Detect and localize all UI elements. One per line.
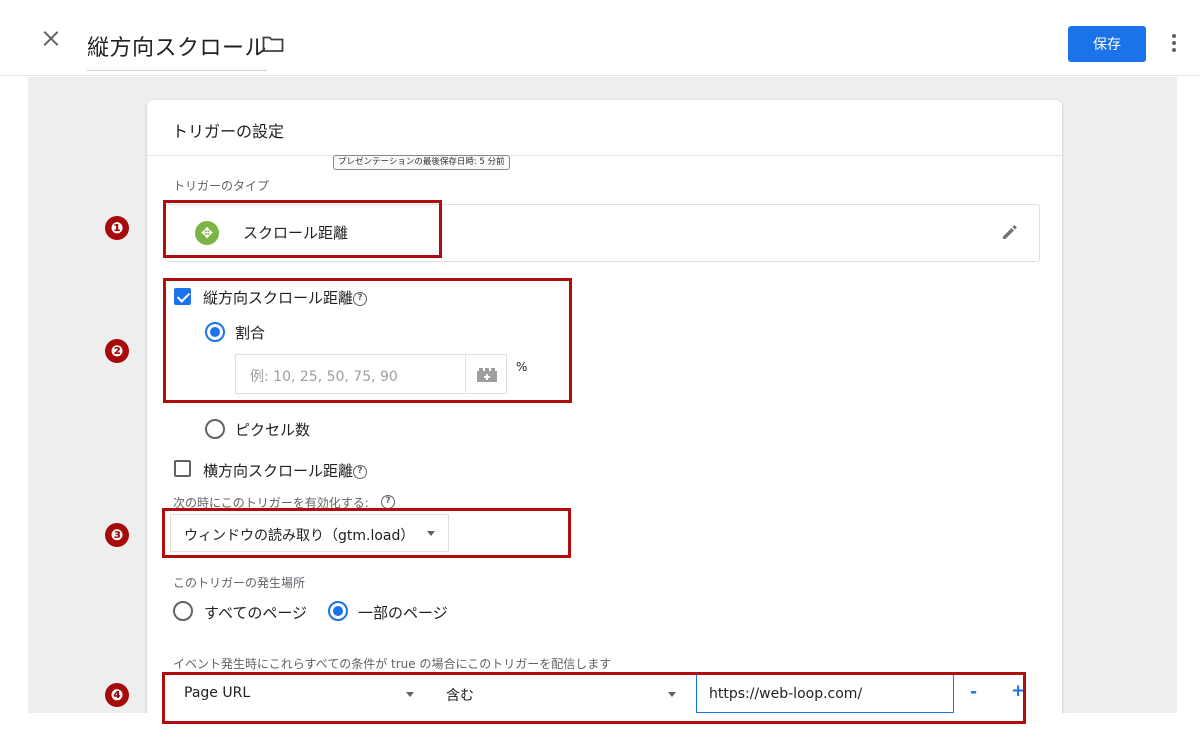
- all-pages-label: すべてのページ: [204, 604, 308, 622]
- condition-label: イベント発生時にこれらすべての条件が true の場合にこのトリガーを配信します: [173, 657, 612, 671]
- annotation-marker-4: ❹: [105, 683, 129, 707]
- top-bar: 縦方向スクロール 保存: [0, 0, 1200, 76]
- close-icon[interactable]: [40, 28, 62, 50]
- annotation-marker-2: ❷: [105, 339, 129, 363]
- annotation-box-4: [162, 672, 1026, 724]
- card-title: トリガーの設定: [172, 122, 285, 141]
- card-header: トリガーの設定: [147, 100, 1062, 156]
- save-button[interactable]: 保存: [1068, 26, 1146, 62]
- annotation-box-3: [162, 508, 571, 558]
- horizontal-scroll-checkbox[interactable]: [174, 460, 191, 477]
- annotation-marker-1: ❶: [105, 216, 129, 240]
- annotation-box-1: [163, 200, 442, 258]
- folder-icon[interactable]: [262, 35, 284, 53]
- trigger-type-label: トリガーのタイプ: [173, 179, 270, 193]
- pixels-label: ピクセル数: [235, 421, 311, 439]
- some-pages-radio[interactable]: [328, 601, 348, 621]
- trigger-config-card: トリガーの設定: [147, 100, 1062, 720]
- annotation-marker-3: ❸: [105, 523, 129, 547]
- help-icon[interactable]: ?: [353, 465, 367, 479]
- help-icon[interactable]: ?: [381, 495, 395, 509]
- all-pages-radio[interactable]: [173, 601, 193, 621]
- some-pages-label: 一部のページ: [358, 604, 448, 622]
- fire-on-label: このトリガーの発生場所: [173, 576, 306, 590]
- trigger-title[interactable]: 縦方向スクロール: [87, 30, 268, 71]
- horizontal-scroll-label: 横方向スクロール距離: [203, 462, 354, 480]
- more-vert-icon[interactable]: [1170, 34, 1178, 56]
- annotation-box-2: [163, 278, 572, 403]
- pixels-radio[interactable]: [205, 419, 225, 439]
- pencil-icon[interactable]: [1000, 222, 1020, 242]
- last-saved-tooltip: プレゼンテーションの最後保存日時: 5 分前: [333, 155, 510, 170]
